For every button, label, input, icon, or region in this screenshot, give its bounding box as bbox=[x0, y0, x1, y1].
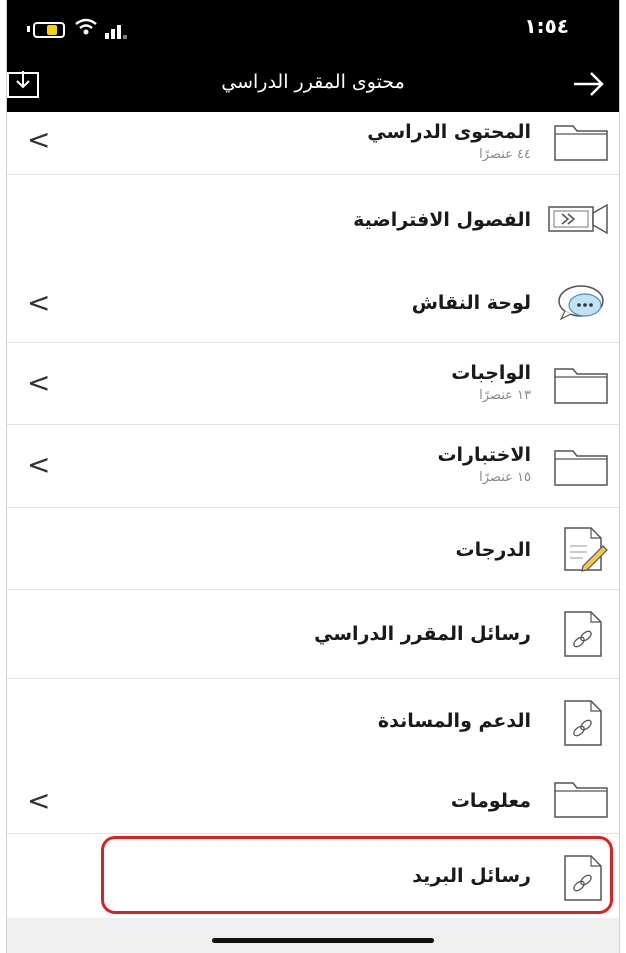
item-title: معلومات bbox=[450, 790, 531, 812]
video-camera-icon bbox=[548, 203, 608, 235]
item-title: المحتوى الدراسي bbox=[367, 121, 531, 143]
list-item-discussion-board[interactable]: لوحة النقاش < bbox=[7, 265, 619, 343]
folder-icon bbox=[554, 125, 608, 161]
list-item-course-content[interactable]: المحتوى الدراسي ٤٤ عنصرًا < bbox=[7, 112, 619, 175]
home-bar-area bbox=[7, 918, 619, 953]
item-count: ١٣ عنصرًا bbox=[479, 388, 531, 403]
list-item-mail-messages[interactable]: رسائل البريد bbox=[7, 834, 619, 919]
list-item-information[interactable]: معلومات < bbox=[7, 771, 619, 834]
wifi-icon bbox=[75, 18, 97, 35]
item-count: ٤٤ عنصرًا bbox=[479, 147, 531, 162]
chevron-left-icon: < bbox=[27, 784, 51, 817]
document-link-icon bbox=[564, 611, 602, 657]
app-frame: ١:٥٤ محتوى المقرر الدراسي المحتوى الدراس… bbox=[6, 0, 620, 953]
signal-icon bbox=[105, 20, 129, 39]
chevron-left-icon: < bbox=[27, 448, 51, 481]
chat-bubble-icon bbox=[558, 285, 604, 321]
item-title: رسائل المقرر الدراسي bbox=[314, 623, 531, 645]
chevron-left-icon: < bbox=[27, 286, 51, 319]
document-edit-icon bbox=[564, 527, 608, 572]
list-item-tests[interactable]: الاختبارات ١٥ عنصرًا < bbox=[7, 425, 619, 508]
list-item-course-messages[interactable]: رسائل المقرر الدراسي bbox=[7, 590, 619, 679]
list-item-support[interactable]: الدعم والمساندة bbox=[7, 679, 619, 771]
item-title: الدعم والمساندة bbox=[377, 710, 531, 732]
list-item-assignments[interactable]: الواجبات ١٣ عنصرًا < bbox=[7, 343, 619, 425]
chevron-left-icon: < bbox=[27, 366, 51, 399]
item-title: الواجبات bbox=[451, 362, 531, 384]
item-title: الفصول الافتراضية bbox=[353, 209, 531, 231]
item-count: ١٥ عنصرًا bbox=[479, 470, 531, 485]
nav-bar: محتوى المقرر الدراسي bbox=[7, 55, 619, 112]
chevron-left-icon: < bbox=[27, 123, 51, 156]
status-time: ١:٥٤ bbox=[524, 14, 569, 38]
item-title: لوحة النقاش bbox=[411, 292, 531, 314]
document-link-icon bbox=[564, 700, 602, 746]
folder-icon bbox=[554, 368, 608, 404]
battery-icon bbox=[33, 22, 65, 38]
home-indicator[interactable] bbox=[212, 938, 434, 943]
folder-icon bbox=[554, 782, 608, 818]
item-title: الدرجات bbox=[455, 539, 531, 561]
page-title: محتوى المقرر الدراسي bbox=[221, 71, 405, 93]
status-bar: ١:٥٤ bbox=[7, 0, 619, 55]
list-item-virtual-classes[interactable]: الفصول الافتراضية bbox=[7, 175, 619, 265]
back-arrow-icon[interactable] bbox=[571, 67, 605, 101]
document-link-icon bbox=[564, 855, 602, 901]
item-title: الاختبارات bbox=[437, 444, 531, 466]
folder-icon bbox=[554, 450, 608, 486]
content-list: المحتوى الدراسي ٤٤ عنصرًا < الفصول الافت… bbox=[7, 112, 619, 919]
list-item-grades[interactable]: الدرجات bbox=[7, 508, 619, 590]
item-title: رسائل البريد bbox=[412, 865, 531, 887]
